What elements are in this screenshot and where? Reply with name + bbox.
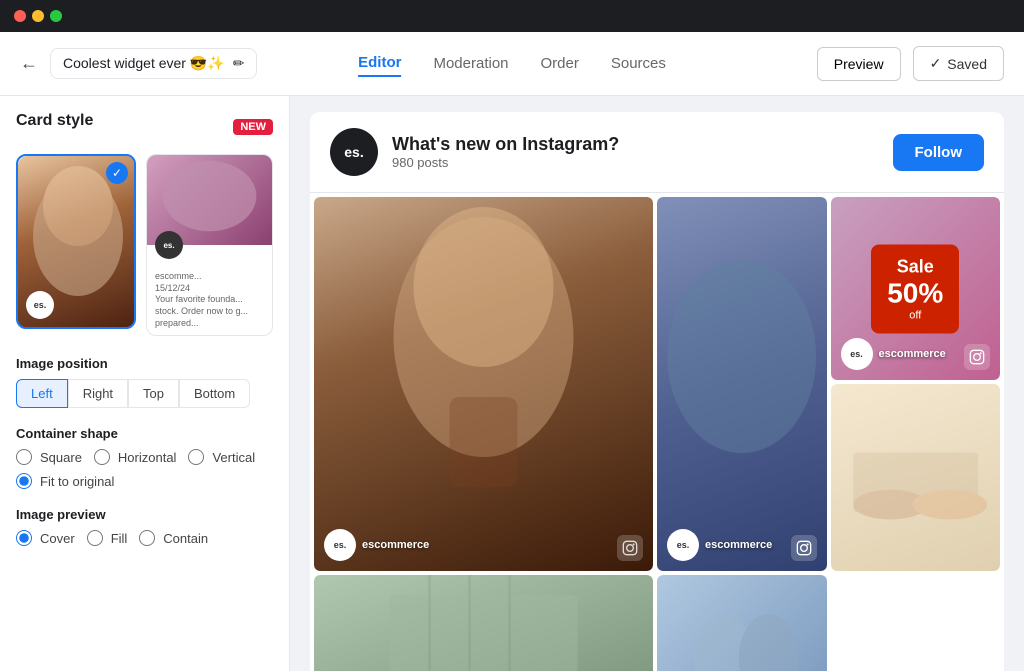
shape-horizontal-label: Horizontal xyxy=(118,450,177,465)
sale-percent: 50% xyxy=(887,277,943,309)
edit-icon: ✏ xyxy=(233,55,245,72)
widget-header: es. What's new on Instagram? 980 posts F… xyxy=(310,112,1004,193)
photo-grid: es. escommerce xyxy=(310,193,1004,671)
preview-cover-label: Cover xyxy=(40,531,75,546)
topbar-nav: Editor Moderation Order Sources xyxy=(358,50,666,77)
maximize-dot xyxy=(50,10,62,22)
photo-sale-logo: es. xyxy=(841,338,873,370)
saved-label: Saved xyxy=(947,56,987,72)
preview-cover-radio[interactable] xyxy=(16,530,32,546)
tab-moderation[interactable]: Moderation xyxy=(433,51,508,76)
card-preview-image-2: es. xyxy=(147,155,272,245)
container-shape-section: Container shape Square Horizontal Vertic… xyxy=(16,426,273,489)
shape-vertical-label: Vertical xyxy=(212,450,255,465)
window-chrome xyxy=(0,0,1024,32)
card-style-title: Card style xyxy=(16,112,93,130)
saved-check-icon: ✓ xyxy=(930,55,942,72)
photo-face-insta-icon xyxy=(617,535,643,561)
widget-header-left: es. What's new on Instagram? 980 posts xyxy=(330,128,619,176)
position-right-button[interactable]: Right xyxy=(68,379,128,408)
tab-sources[interactable]: Sources xyxy=(611,51,666,76)
topbar: ← Coolest widget ever 😎✨ ✏ Editor Modera… xyxy=(0,32,1024,96)
photo-sale-avatar: es. escommerce xyxy=(841,338,946,370)
tab-editor[interactable]: Editor xyxy=(358,50,401,77)
widget-title: What's new on Instagram? xyxy=(392,134,619,155)
photo-face-avatar: es. escommerce xyxy=(324,529,429,561)
card-preview-alt[interactable]: es. escomme...15/12/24Your favorite foun… xyxy=(146,154,273,336)
main-layout: Card style NEW ✓ es. xyxy=(0,96,1024,671)
topbar-right: Preview ✓ Saved xyxy=(817,46,1004,81)
close-dot xyxy=(14,10,26,22)
photo-jeans-username: escommerce xyxy=(705,539,772,551)
position-top-button[interactable]: Top xyxy=(128,379,179,408)
card-preview-text-2: escomme...15/12/24Your favorite founda..… xyxy=(155,271,264,329)
card-previews: ✓ es. es. escomme...15/12/24Your favorit… xyxy=(16,154,273,336)
shape-fit-radio[interactable] xyxy=(16,473,32,489)
image-preview-label: Image preview xyxy=(16,507,273,522)
sale-badge: Sale 50% off xyxy=(871,244,959,333)
shape-square-option[interactable]: Square xyxy=(16,449,82,465)
minimize-dot xyxy=(32,10,44,22)
sale-off: off xyxy=(887,309,943,321)
container-shape-label: Container shape xyxy=(16,426,273,441)
card-preview-avatar-1: es. xyxy=(26,291,54,319)
widget-info: What's new on Instagram? 980 posts xyxy=(392,134,619,170)
photo-face-username: escommerce xyxy=(362,539,429,551)
project-name-box[interactable]: Coolest widget ever 😎✨ ✏ xyxy=(50,48,257,79)
shape-radio-group: Square Horizontal Vertical xyxy=(16,449,273,465)
shape-horizontal-option[interactable]: Horizontal xyxy=(94,449,177,465)
selected-check-icon: ✓ xyxy=(106,162,128,184)
photo-sale-username: escommerce xyxy=(879,348,946,360)
photo-grid-wrapper: es. escommerce xyxy=(310,193,1004,671)
preview-contain-option[interactable]: Contain xyxy=(139,530,208,546)
photo-clothes[interactable] xyxy=(314,575,653,671)
project-name: Coolest widget ever 😎✨ xyxy=(63,55,225,72)
photo-face-logo: es. xyxy=(324,529,356,561)
photo-jeans-insta-icon xyxy=(791,535,817,561)
shape-square-label: Square xyxy=(40,450,82,465)
sale-text: Sale xyxy=(887,256,943,277)
preview-contain-radio[interactable] xyxy=(139,530,155,546)
preview-radio-group: Cover Fill Contain xyxy=(16,530,273,546)
preview-cover-option[interactable]: Cover xyxy=(16,530,75,546)
shape-fit-label: Fit to original xyxy=(40,474,114,489)
position-bottom-button[interactable]: Bottom xyxy=(179,379,250,408)
preview-fill-label: Fill xyxy=(111,531,128,546)
shape-square-radio[interactable] xyxy=(16,449,32,465)
card-style-header: Card style NEW xyxy=(16,112,273,142)
position-left-button[interactable]: Left xyxy=(16,379,68,408)
shape-vertical-option[interactable]: Vertical xyxy=(188,449,255,465)
sidebar: Card style NEW ✓ es. xyxy=(0,96,290,671)
position-button-group: Left Right Top Bottom xyxy=(16,379,273,408)
new-badge: NEW xyxy=(233,119,273,135)
shape-fit-option[interactable]: Fit to original xyxy=(16,473,273,489)
preview-button[interactable]: Preview xyxy=(817,47,901,81)
shape-vertical-radio[interactable] xyxy=(188,449,204,465)
image-preview-section: Image preview Cover Fill Contain xyxy=(16,507,273,546)
shape-fit-group: Fit to original xyxy=(16,473,273,489)
photo-girls[interactable] xyxy=(657,575,827,671)
photo-face-main[interactable]: es. escommerce xyxy=(314,197,653,571)
photo-shoes[interactable] xyxy=(831,384,1001,571)
back-button[interactable]: ← xyxy=(20,53,38,74)
photo-sale-insta-icon xyxy=(964,344,990,370)
saved-button[interactable]: ✓ Saved xyxy=(913,46,1004,81)
follow-button[interactable]: Follow xyxy=(893,134,985,171)
photo-jeans-logo: es. xyxy=(667,529,699,561)
photo-jeans-avatar: es. escommerce xyxy=(667,529,772,561)
widget-posts-count: 980 posts xyxy=(392,155,619,170)
shape-horizontal-radio[interactable] xyxy=(94,449,110,465)
card-preview-selected[interactable]: ✓ es. xyxy=(16,154,136,329)
preview-fill-radio[interactable] xyxy=(87,530,103,546)
image-position-label: Image position xyxy=(16,356,273,371)
content-area: es. What's new on Instagram? 980 posts F… xyxy=(290,96,1024,671)
preview-contain-label: Contain xyxy=(163,531,208,546)
photo-sale[interactable]: Sale 50% off es. escommerce xyxy=(831,197,1001,380)
card-preview-logo-2: es. xyxy=(155,231,183,259)
image-position-section: Image position Left Right Top Bottom xyxy=(16,356,273,408)
widget-logo: es. xyxy=(330,128,378,176)
tab-order[interactable]: Order xyxy=(541,51,579,76)
photo-jeans[interactable]: es. escommerce xyxy=(657,197,827,571)
preview-fill-option[interactable]: Fill xyxy=(87,530,128,546)
